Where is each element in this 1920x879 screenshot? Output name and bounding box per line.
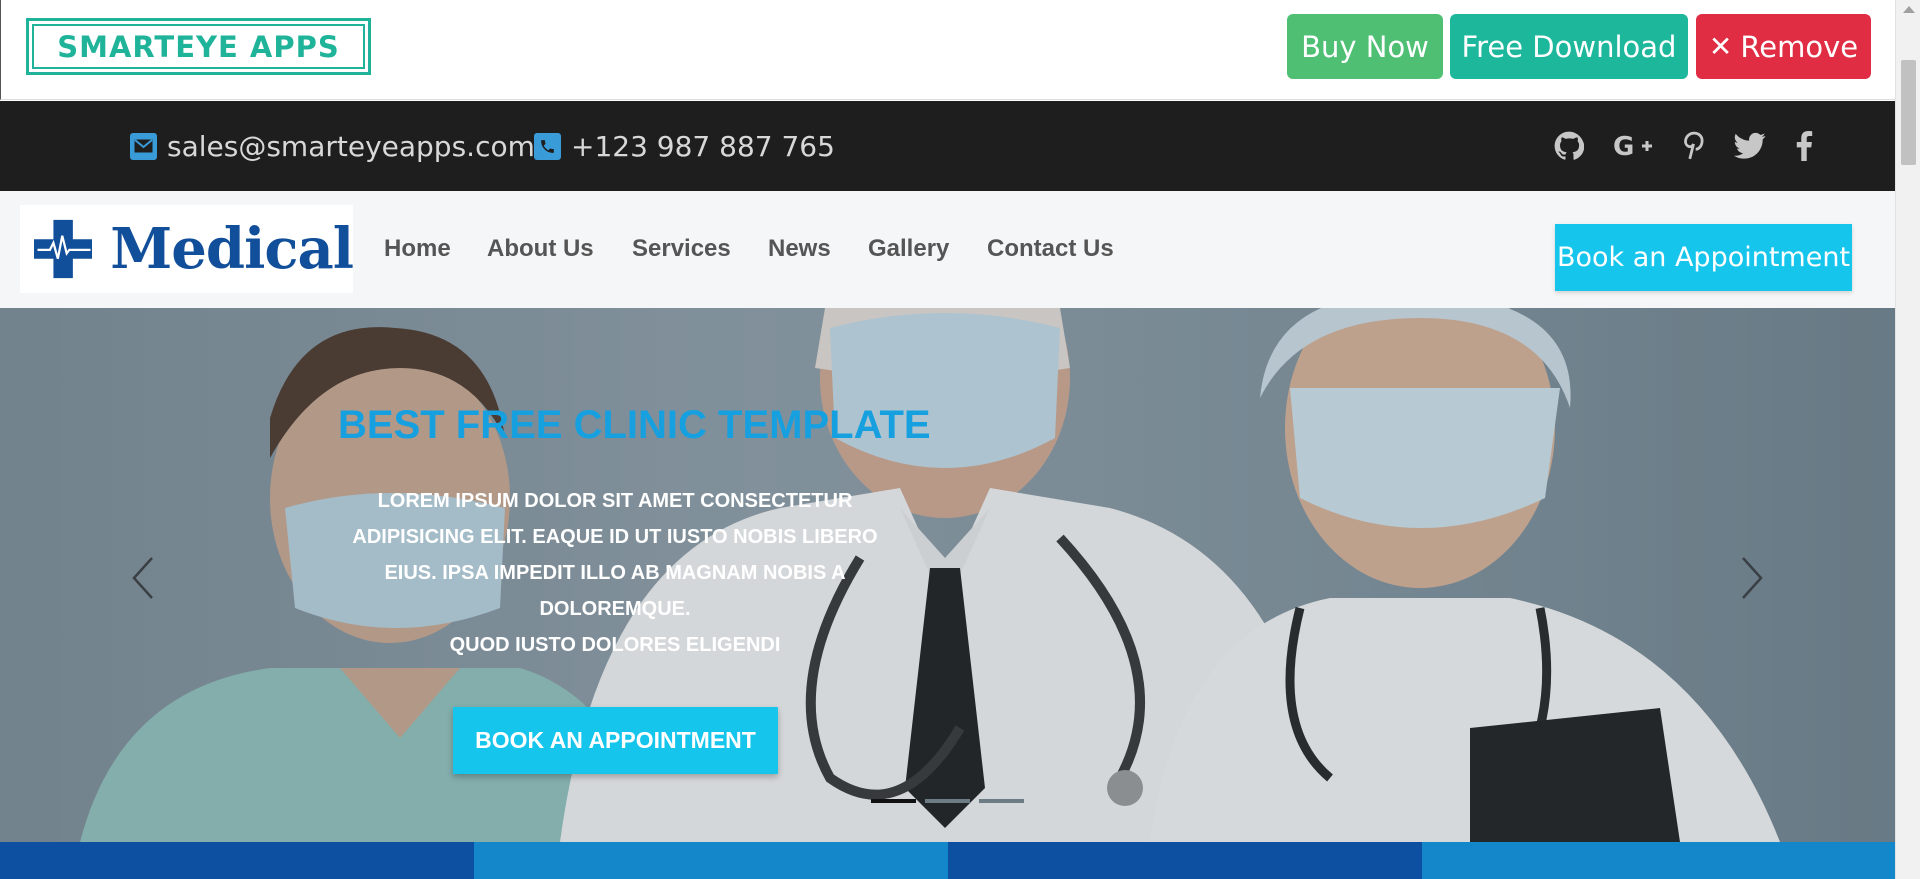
phone-text: +123 987 887 765 xyxy=(571,129,835,163)
smarteye-logo-text: SMARTEYE APPS xyxy=(32,24,365,69)
github-icon[interactable] xyxy=(1552,129,1586,163)
envelope-icon xyxy=(130,132,157,160)
medical-cross-icon xyxy=(34,219,93,279)
twitter-icon[interactable] xyxy=(1731,129,1769,163)
nav-contact-us[interactable]: Contact Us xyxy=(987,235,1114,263)
hero-text-line-2: Quod iusto dolores eligendi xyxy=(449,634,781,656)
google-plus-icon[interactable]: G xyxy=(1612,129,1654,163)
phone-icon xyxy=(534,132,561,160)
contact-phone[interactable]: +123 987 887 765 xyxy=(534,127,835,165)
remove-button[interactable]: ✕ Remove xyxy=(1696,14,1871,79)
page: SMARTEYE APPS Buy Now Free Download ✕ Re… xyxy=(0,0,1920,879)
nav-gallery[interactable]: Gallery xyxy=(868,235,949,263)
promo-bar: SMARTEYE APPS Buy Now Free Download ✕ Re… xyxy=(0,0,1895,100)
nav-news[interactable]: News xyxy=(768,235,831,263)
feature-strip-3 xyxy=(948,842,1422,879)
hero-book-appointment-button[interactable]: BOOK AN APPOINTMENT xyxy=(453,707,778,774)
book-appointment-button[interactable]: Book an Appointment xyxy=(1555,224,1852,291)
hero-slider: BEST FREE CLINIC TEMPLATE Lorem ipsum do… xyxy=(0,308,1895,842)
hero-text: Lorem ipsum dolor sit amet consectetur a… xyxy=(330,483,900,663)
hero-text-line-1: Lorem ipsum dolor sit amet consectetur a… xyxy=(352,490,878,620)
facebook-icon[interactable] xyxy=(1787,129,1821,163)
medical-logo-text: Medical xyxy=(110,216,354,282)
pinterest-icon[interactable] xyxy=(1676,129,1710,163)
feature-strip-2 xyxy=(474,842,948,879)
nav-services[interactable]: Services xyxy=(632,235,731,263)
email-text: sales@smarteyeapps.com xyxy=(167,129,535,163)
slider-prev-arrow[interactable] xyxy=(128,553,158,603)
page-scrollbar[interactable] xyxy=(1895,0,1920,879)
medical-logo[interactable]: Medical xyxy=(20,205,354,293)
remove-label: Remove xyxy=(1740,29,1859,64)
close-icon: ✕ xyxy=(1708,30,1733,63)
buy-now-button[interactable]: Buy Now xyxy=(1287,14,1443,79)
contact-email[interactable]: sales@smarteyeapps.com xyxy=(130,127,535,165)
free-download-button[interactable]: Free Download xyxy=(1450,14,1688,79)
feature-strip-1 xyxy=(0,842,474,879)
slider-dot-2[interactable] xyxy=(925,799,970,803)
nav-home[interactable]: Home xyxy=(384,235,451,263)
scroll-up-arrow-icon[interactable] xyxy=(1903,6,1915,13)
slider-next-arrow[interactable] xyxy=(1737,553,1767,603)
slider-dot-1[interactable] xyxy=(871,799,916,803)
nav-about-us[interactable]: About Us xyxy=(487,235,594,263)
feature-strip-4 xyxy=(1422,842,1895,879)
top-contact-bar: sales@smarteyeapps.com +123 987 887 765 … xyxy=(0,101,1895,191)
slider-dot-3[interactable] xyxy=(979,799,1024,803)
hero-title: BEST FREE CLINIC TEMPLATE xyxy=(338,403,931,447)
smarteye-logo[interactable]: SMARTEYE APPS xyxy=(26,18,371,75)
hero-background-image xyxy=(0,308,1895,842)
scrollbar-thumb[interactable] xyxy=(1901,60,1916,165)
svg-text:G: G xyxy=(1613,133,1634,159)
main-navbar: Medical Home About Us Services News Gall… xyxy=(0,191,1895,308)
